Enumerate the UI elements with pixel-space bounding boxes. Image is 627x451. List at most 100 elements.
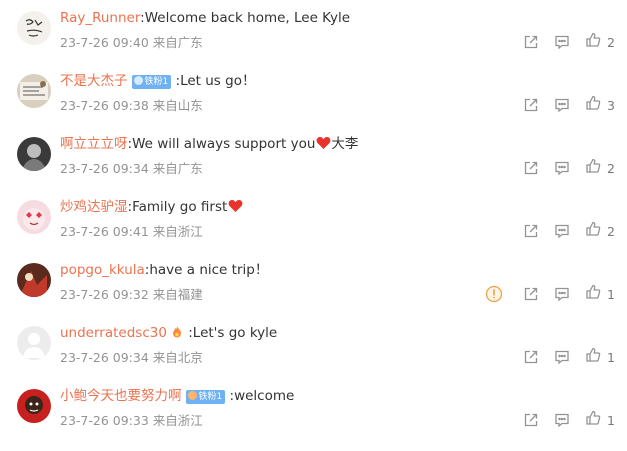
separator: : [171, 73, 181, 89]
comment-actions: 1 [508, 347, 615, 367]
username-link[interactable]: 不是大杰子 [60, 73, 128, 89]
comment-text: Let's go kyle [192, 325, 278, 341]
comment-meta: 23-7-26 09:33 来自浙江 [60, 413, 203, 429]
avatar[interactable] [17, 200, 51, 234]
thumbs-up-icon [585, 221, 601, 241]
comment-text: Family go first [132, 199, 228, 215]
avatar[interactable] [17, 74, 51, 108]
comment-text: have a nice trip！ [149, 262, 269, 278]
comment-meta: 23-7-26 09:34 来自广东 [60, 161, 203, 177]
comment-item: 不是大杰子 铁粉1 :Let us go！ 23-7-26 09:38 来自山东 … [0, 63, 627, 126]
fire-badge-icon [170, 325, 184, 344]
like-button[interactable]: 1 [585, 284, 615, 304]
comment-text-line: 不是大杰子 铁粉1 :Let us go！ [60, 72, 255, 90]
fire-badge-icon [187, 391, 197, 400]
share-icon[interactable] [523, 349, 539, 365]
like-button[interactable]: 2 [585, 158, 615, 178]
like-button[interactable]: 1 [585, 347, 615, 367]
comment-item: 小鲍今天也要努力啊 铁粉1 :welcome 23-7-26 09:33 来自浙江… [0, 378, 627, 441]
username-link[interactable]: popgo_kkula [60, 262, 145, 278]
comment-icon[interactable] [554, 97, 570, 113]
username-link[interactable]: 炒鸡达驴湿 [60, 199, 128, 215]
username-link[interactable]: Ray_Runner [60, 10, 140, 26]
location: 来自北京 [152, 350, 203, 365]
comment-text: Let us go！ [180, 73, 256, 89]
share-icon[interactable] [523, 34, 539, 50]
comment-actions: 2 [508, 32, 615, 52]
share-icon[interactable] [523, 286, 539, 302]
comment-icon[interactable] [554, 349, 570, 365]
comment-item: underratedsc30 :Let's go kyle 23-7-26 09… [0, 315, 627, 378]
thumbs-up-icon [585, 284, 601, 304]
like-button[interactable]: 3 [585, 95, 615, 115]
like-button[interactable]: 2 [585, 32, 615, 52]
like-count: 2 [607, 223, 615, 239]
location: 来自山东 [152, 98, 203, 113]
timestamp: 23-7-26 09:40 [60, 35, 149, 50]
timestamp: 23-7-26 09:34 [60, 161, 149, 176]
share-icon[interactable] [523, 97, 539, 113]
avatar[interactable] [17, 11, 51, 45]
comment-actions: 2 [508, 221, 615, 241]
avatar[interactable] [17, 326, 51, 360]
comment-meta: 23-7-26 09:41 来自浙江 [60, 224, 203, 240]
comment-text: Welcome back home, Lee Kyle [144, 10, 351, 26]
username-link[interactable]: underratedsc30 [60, 325, 167, 341]
username-link[interactable]: 啊立立立呀 [60, 136, 128, 152]
comment-icon[interactable] [554, 286, 570, 302]
location: 来自广东 [152, 161, 203, 176]
comment-trailing-text: 大李 [331, 136, 359, 152]
thumbs-up-icon [585, 347, 601, 367]
comment-meta: 23-7-26 09:38 来自山东 [60, 98, 203, 114]
comment-icon[interactable] [554, 223, 570, 239]
comment-list: Ray_Runner:Welcome back home, Lee Kyle 2… [0, 0, 627, 451]
fan-badge-label: 铁粉1 [198, 392, 223, 402]
comment-text: welcome [234, 388, 295, 404]
timestamp: 23-7-26 09:32 [60, 287, 149, 302]
warning-icon[interactable] [485, 285, 503, 303]
like-button[interactable]: 2 [585, 221, 615, 241]
avatar[interactable] [17, 389, 51, 423]
like-count: 2 [607, 34, 615, 50]
comment-text: We will always support you [132, 136, 316, 152]
comment-meta: 23-7-26 09:32 来自福建 [60, 287, 203, 303]
comment-text-line: popgo_kkula:have a nice trip！ [60, 261, 268, 279]
separator: : [225, 388, 235, 404]
username-link[interactable]: 小鲍今天也要努力啊 [60, 388, 182, 404]
share-icon[interactable] [523, 223, 539, 239]
location: 来自浙江 [152, 413, 203, 428]
thumbs-up-icon [585, 410, 601, 430]
location: 来自浙江 [152, 224, 203, 239]
location: 来自福建 [152, 287, 203, 302]
comment-actions: 3 [508, 95, 615, 115]
separator: : [183, 325, 193, 341]
avatar[interactable] [17, 137, 51, 171]
heart-emoji-icon [316, 136, 331, 155]
like-count: 3 [607, 97, 615, 113]
location: 来自广东 [152, 35, 203, 50]
like-count: 1 [607, 286, 615, 302]
comment-item: Ray_Runner:Welcome back home, Lee Kyle 2… [0, 0, 627, 63]
like-button[interactable]: 1 [585, 410, 615, 430]
avatar[interactable] [17, 263, 51, 297]
fan-badge-label: 铁粉1 [144, 77, 169, 87]
like-count: 2 [607, 160, 615, 176]
comment-icon[interactable] [554, 160, 570, 176]
timestamp: 23-7-26 09:33 [60, 413, 149, 428]
comment-icon[interactable] [554, 34, 570, 50]
comment-meta: 23-7-26 09:40 来自广东 [60, 35, 203, 51]
comment-actions: 1 [470, 284, 615, 304]
thumbs-up-icon [585, 32, 601, 52]
comment-icon[interactable] [554, 412, 570, 428]
timestamp: 23-7-26 09:41 [60, 224, 149, 239]
timestamp: 23-7-26 09:34 [60, 350, 149, 365]
fan-badge: 铁粉1 [131, 75, 172, 89]
comment-actions: 2 [508, 158, 615, 178]
share-icon[interactable] [523, 160, 539, 176]
thumbs-up-icon [585, 95, 601, 115]
heart-emoji-icon [228, 199, 243, 218]
comment-item: popgo_kkula:have a nice trip！ 23-7-26 09… [0, 252, 627, 315]
comment-text-line: Ray_Runner:Welcome back home, Lee Kyle [60, 9, 350, 27]
share-icon[interactable] [523, 412, 539, 428]
comment-text-line: underratedsc30 :Let's go kyle [60, 324, 277, 344]
